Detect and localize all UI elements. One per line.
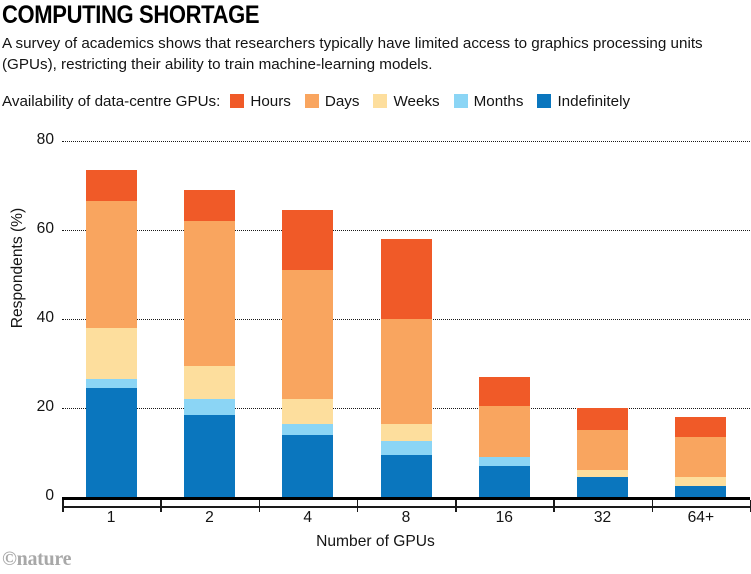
bar-segment-8-indefinitely bbox=[380, 454, 432, 497]
bar-segment-32-hours bbox=[577, 408, 629, 431]
nature-logo: ©nature bbox=[2, 548, 72, 570]
x-tick-2 bbox=[258, 500, 261, 512]
x-tick-label-64+: 64+ bbox=[687, 509, 715, 526]
bar-segment-64+-hours bbox=[675, 416, 727, 437]
bar-segment-8-months bbox=[380, 441, 432, 455]
bar-8 bbox=[380, 0, 432, 497]
bar-4 bbox=[282, 0, 334, 497]
x-tick-3 bbox=[356, 500, 359, 512]
x-tick-label-4: 4 bbox=[303, 509, 313, 526]
x-tick-label-2: 2 bbox=[205, 509, 214, 526]
x-tick-5 bbox=[553, 500, 555, 512]
x-axis-title: Number of GPUs bbox=[316, 533, 435, 550]
bar-32 bbox=[577, 0, 629, 497]
bar-segment-1-months bbox=[85, 379, 137, 388]
x-tick-1 bbox=[160, 500, 162, 512]
x-tick-4 bbox=[455, 500, 457, 512]
bar-segment-4-weeks bbox=[282, 399, 334, 424]
bar-segment-1-weeks bbox=[85, 327, 137, 380]
bar-segment-2-weeks bbox=[183, 365, 235, 400]
bar-segment-1-hours bbox=[85, 169, 137, 202]
x-tick-6 bbox=[651, 500, 654, 512]
bar-segment-16-months bbox=[478, 456, 530, 466]
bar-segment-16-hours bbox=[478, 376, 530, 406]
y-tick-label-60: 60 bbox=[36, 220, 54, 237]
x-tick-0 bbox=[62, 500, 64, 512]
x-tick-label-1: 1 bbox=[106, 509, 116, 526]
bar-segment-32-days bbox=[577, 430, 629, 471]
bar-segment-1-indefinitely bbox=[85, 387, 137, 497]
bar-16 bbox=[478, 0, 530, 497]
x-tick-label-32: 32 bbox=[593, 509, 612, 526]
bar-segment-32-weeks bbox=[577, 470, 629, 477]
bar-segment-4-indefinitely bbox=[282, 434, 334, 497]
bar-segment-2-hours bbox=[183, 189, 235, 222]
bar-segment-8-weeks bbox=[380, 423, 432, 442]
bar-segment-64+-indefinitely bbox=[675, 485, 727, 497]
bar-segment-8-hours bbox=[380, 238, 432, 319]
bar-segment-8-days bbox=[380, 319, 432, 424]
bar-segment-2-months bbox=[183, 399, 235, 415]
bar-segment-16-indefinitely bbox=[478, 465, 530, 497]
bar-64+ bbox=[675, 0, 727, 497]
bar-segment-64+-days bbox=[675, 436, 727, 477]
bar-1 bbox=[85, 0, 137, 497]
y-tick-label-40: 40 bbox=[36, 309, 54, 326]
y-tick-label-0: 0 bbox=[45, 487, 54, 504]
x-axis-line bbox=[62, 497, 750, 500]
bar-segment-2-indefinitely bbox=[183, 414, 235, 497]
chart-plot-area: Respondents (%) 0 20 40 60 80 1 2 4 8 16 32 64+ Nu… bbox=[0, 0, 751, 574]
y-axis-title: Respondents (%) bbox=[9, 207, 26, 329]
bar-segment-4-months bbox=[282, 423, 334, 435]
x-tick-label-8: 8 bbox=[401, 509, 411, 526]
y-tick-label-20: 20 bbox=[36, 398, 54, 415]
bar-segment-16-days bbox=[478, 405, 530, 457]
bar-segment-64+-weeks bbox=[675, 476, 727, 486]
y-tick-label-80: 80 bbox=[36, 131, 54, 148]
bar-segment-32-indefinitely bbox=[577, 476, 629, 497]
bar-segment-4-hours bbox=[282, 209, 334, 271]
bar-2 bbox=[183, 0, 235, 497]
bar-segment-4-days bbox=[282, 270, 334, 400]
bar-segment-1-days bbox=[85, 201, 137, 328]
x-tick-label-16: 16 bbox=[495, 509, 513, 526]
bar-segment-2-days bbox=[183, 221, 235, 366]
x-axis-tick-baseline bbox=[62, 506, 750, 508]
